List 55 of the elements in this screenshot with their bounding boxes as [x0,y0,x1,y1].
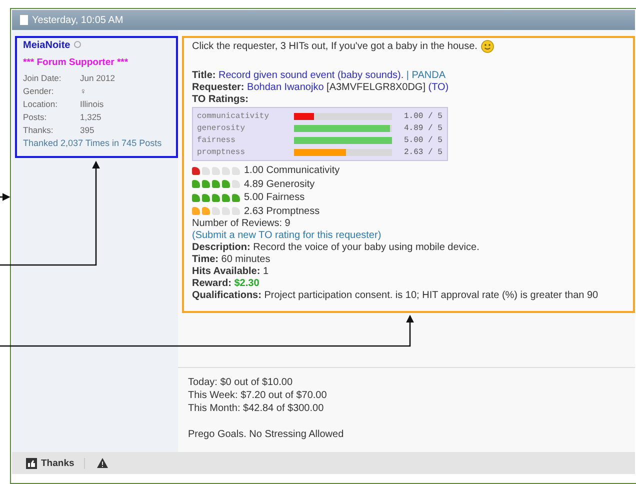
field-label: Join Date: [23,72,62,85]
field-value: Illinois [80,98,104,111]
signature-line: Today: $0 out of $10.00 [188,376,294,389]
rating-value: 2.63 / 5 [404,148,442,156]
rating-summary: 1.00 Communicativity [244,164,340,178]
field-value: Project participation consent. is 10; HIT approval rate (%) is greater than 90 [264,290,598,301]
field-label: Reward: [192,278,232,289]
field-label: Posts: [23,111,48,124]
rating-summary: 4.89 Generosity [244,178,315,191]
rating-summary: 5.00 Fairness [244,191,305,204]
rating-value: 5.00 / 5 [404,136,442,144]
field-value: 60 minutes [221,254,270,265]
rating-name: generosity [197,124,246,132]
field-label: Gender: [23,85,55,98]
panda-link[interactable]: | PANDA [406,70,446,81]
field-label: Requester: [192,82,244,93]
rating-name: communicativity [197,112,270,120]
field-value: $2.30 [234,278,260,289]
field-label: Time: [192,254,218,265]
post-timestamp: Yesterday, 10:05 AM [32,14,124,26]
thanked-count: Thanked 2,037 Times in 745 Posts [23,137,163,150]
requester-link[interactable]: Bohdan Iwanojko [247,82,324,93]
field-label: Location: [23,98,58,111]
signature-line: This Week: $7.20 out of $70.00 [188,389,328,402]
hit-title-link[interactable]: Record given sound event (baby sounds). [218,70,404,81]
rating-summary: 2.63 Promptness [244,204,320,218]
field-value: ♀ [80,85,86,98]
field-value: 395 [80,124,94,137]
signature-line: Prego Goals. No Stressing Allowed [188,428,345,441]
smiley-icon [481,40,494,53]
field-label: Thanks: [23,124,54,137]
thanks-button[interactable]: Thanks [26,458,86,468]
warning-icon[interactable] [97,458,108,468]
submit-rating-link[interactable]: (Submit a new TO rating for this requester) [192,230,633,242]
thumb-icon [26,458,37,468]
field-value: 1 [262,266,269,277]
field-value: Jun 2012 [80,72,115,85]
review-count: Number of Reviews: 9 [192,218,292,230]
rating-name: fairness [197,136,236,144]
rating-name: promptness [197,148,246,156]
field-label: Description: [192,242,250,253]
signature-line: This Month: $42.84 of $300.00 [188,402,325,415]
field-value: 1,325 [80,111,102,124]
requester-id: [A3MVFELGR8X0DG] [326,82,426,93]
field-value: Record the voice of your baby using mobile device. [253,242,480,253]
field-label: Title: [192,70,216,81]
post-text: Click the requester, 3 HITs out, If you've got a baby in the house. [192,41,478,52]
rating-value: 4.89 / 5 [404,124,442,132]
username-link[interactable]: MeiaNoite [23,40,70,51]
rating-value: 1.00 / 5 [404,112,442,120]
to-link[interactable]: (TO) [428,82,449,93]
user-title: *** Forum Supporter *** [23,57,130,68]
field-label: Qualifications: [192,290,262,301]
field-label: Hits Available: [192,266,260,277]
ratings-label: TO Ratings: [192,94,248,105]
